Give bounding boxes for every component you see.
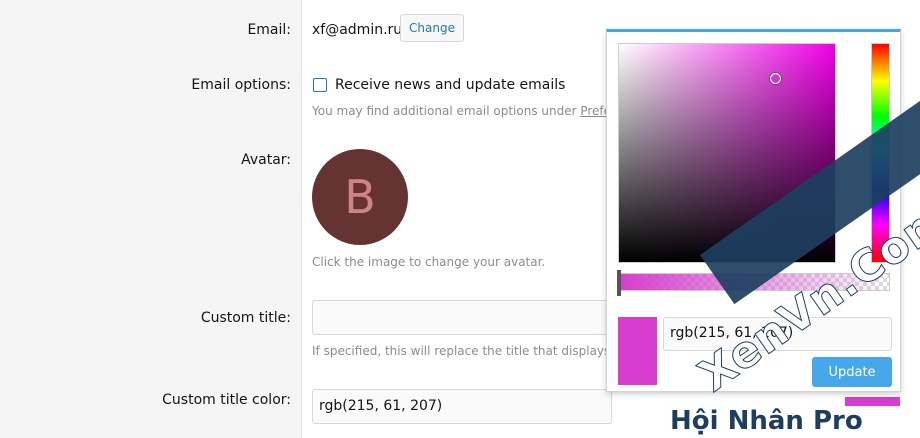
avatar[interactable]: B bbox=[312, 149, 408, 245]
custom-title-color-label: Custom title color: bbox=[162, 392, 291, 408]
custom-title-label: Custom title: bbox=[200, 310, 291, 326]
custom-title-hint: If specified, this will replace the titl… bbox=[312, 344, 622, 358]
avatar-letter: B bbox=[344, 170, 376, 224]
label-column bbox=[0, 0, 302, 438]
email-value: xf@admin.ru bbox=[312, 22, 403, 38]
custom-title-color-input[interactable]: rgb(215, 61, 207) bbox=[312, 389, 612, 424]
custom-title-input[interactable] bbox=[312, 300, 612, 335]
email-label: Email: bbox=[247, 22, 291, 38]
sv-cursor-handle[interactable] bbox=[770, 73, 781, 84]
email-options-label: Email options: bbox=[191, 77, 291, 93]
current-color-swatch bbox=[618, 317, 657, 385]
change-email-button[interactable]: Change bbox=[400, 14, 464, 42]
email-options-hint: You may find additional email options un… bbox=[312, 104, 611, 118]
update-button[interactable]: Update bbox=[812, 357, 892, 387]
avatar-label: Avatar: bbox=[241, 152, 291, 168]
receive-news-checkbox[interactable] bbox=[313, 78, 327, 92]
alpha-handle[interactable] bbox=[617, 270, 621, 296]
avatar-hint: Click the image to change your avatar. bbox=[312, 255, 546, 269]
email-hint-text: You may find additional email options un… bbox=[312, 104, 581, 118]
watermark-bottom: Hội Nhân Pro bbox=[670, 406, 920, 438]
receive-news-label[interactable]: Receive news and update emails bbox=[335, 77, 565, 93]
watermark-bottom-text: Hội Nhân Pro bbox=[670, 406, 863, 436]
